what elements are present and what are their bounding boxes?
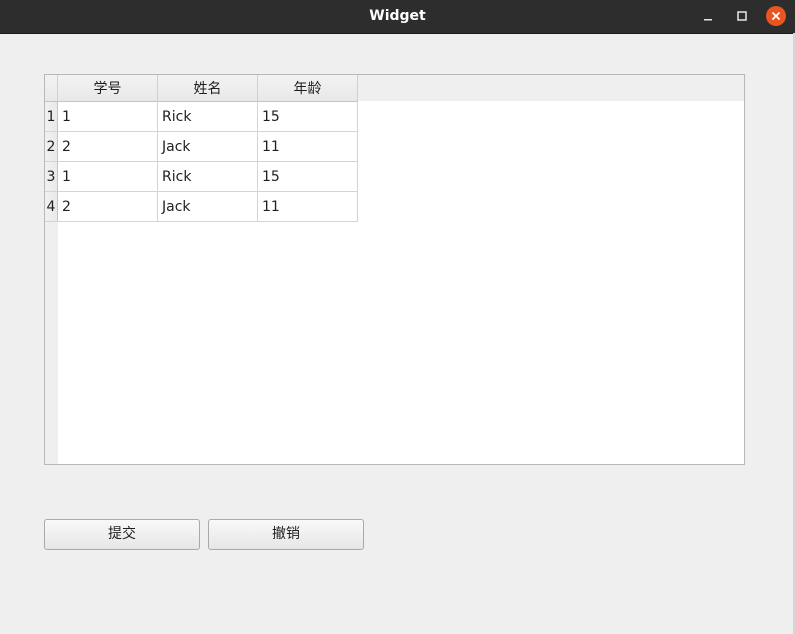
corner-button[interactable] bbox=[45, 75, 58, 102]
maximize-icon bbox=[737, 11, 747, 21]
table-row[interactable]: 3 1 Rick 15 bbox=[45, 161, 358, 192]
submit-button[interactable]: 提交 bbox=[44, 519, 200, 550]
table-row[interactable]: 2 2 Jack 11 bbox=[45, 131, 358, 162]
minimize-icon bbox=[704, 19, 712, 21]
cell-id[interactable]: 1 bbox=[57, 161, 158, 192]
close-button[interactable] bbox=[766, 6, 786, 26]
cell-name[interactable]: Jack bbox=[157, 191, 258, 222]
data-table: 学号 姓名 年龄 1 1 Rick 15 2 2 Jack 11 3 1 Ric… bbox=[45, 75, 358, 222]
cell-age[interactable]: 15 bbox=[257, 161, 358, 192]
header-row: 学号 姓名 年龄 bbox=[45, 75, 358, 102]
cell-age[interactable]: 11 bbox=[257, 191, 358, 222]
title-bar[interactable]: Widget bbox=[0, 0, 795, 34]
cell-id[interactable]: 2 bbox=[57, 131, 158, 162]
cell-age[interactable]: 15 bbox=[257, 101, 358, 132]
table-row[interactable]: 4 2 Jack 11 bbox=[45, 191, 358, 222]
column-header-age[interactable]: 年龄 bbox=[257, 75, 358, 102]
app-window: Widget 学号 姓名 年龄 1 1 Rick 15 2 2 Jack 11 … bbox=[0, 0, 795, 634]
window-title: Widget bbox=[369, 8, 426, 24]
cell-name[interactable]: Rick bbox=[157, 161, 258, 192]
row-header[interactable]: 2 bbox=[45, 131, 58, 162]
close-icon bbox=[771, 11, 781, 21]
cell-age[interactable]: 11 bbox=[257, 131, 358, 162]
row-header[interactable]: 4 bbox=[45, 191, 58, 222]
column-header-name[interactable]: 姓名 bbox=[157, 75, 258, 102]
minimize-button[interactable] bbox=[698, 6, 718, 26]
cell-name[interactable]: Jack bbox=[157, 131, 258, 162]
cell-id[interactable]: 1 bbox=[57, 101, 158, 132]
column-header-id[interactable]: 学号 bbox=[57, 75, 158, 102]
table-row[interactable]: 1 1 Rick 15 bbox=[45, 101, 358, 132]
maximize-button[interactable] bbox=[732, 6, 752, 26]
cell-id[interactable]: 2 bbox=[57, 191, 158, 222]
table-view[interactable]: 学号 姓名 年龄 1 1 Rick 15 2 2 Jack 11 3 1 Ric… bbox=[44, 74, 745, 465]
row-header[interactable]: 3 bbox=[45, 161, 58, 192]
cell-name[interactable]: Rick bbox=[157, 101, 258, 132]
cancel-button[interactable]: 撤销 bbox=[208, 519, 364, 550]
row-header[interactable]: 1 bbox=[45, 101, 58, 132]
